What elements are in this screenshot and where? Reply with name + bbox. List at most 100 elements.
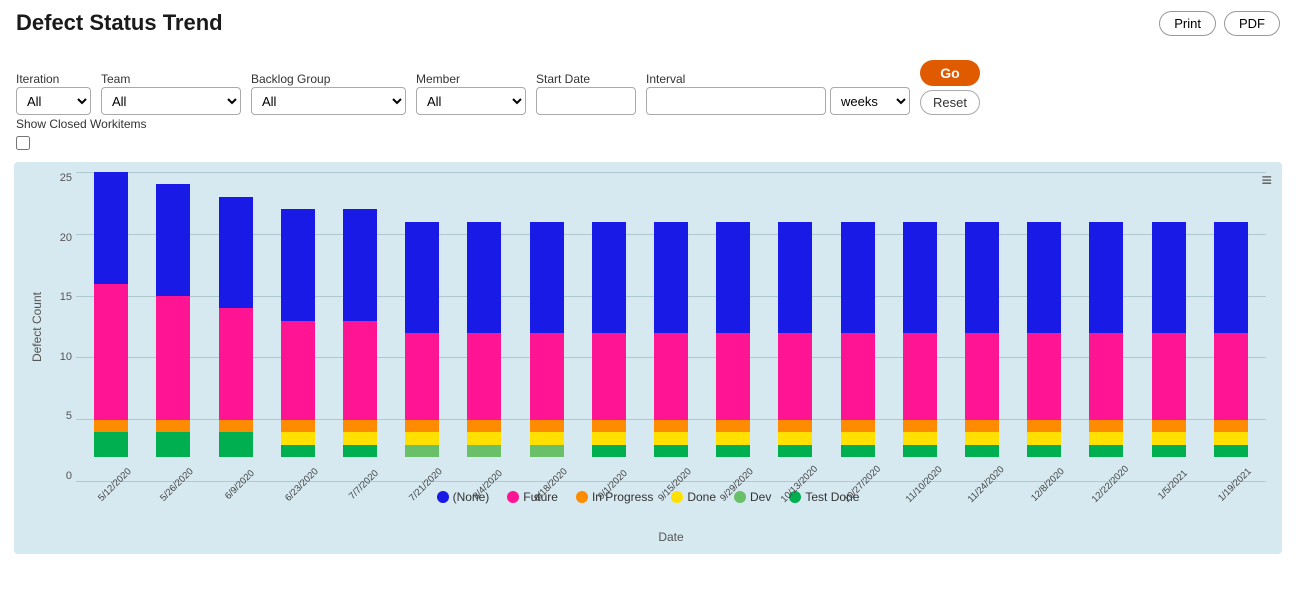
bar-group	[897, 222, 943, 458]
bar-segment-none	[343, 209, 377, 321]
bar-group	[1021, 222, 1067, 458]
header-buttons: Print PDF	[1159, 11, 1280, 36]
bar-segment-future	[281, 321, 315, 420]
bar-group	[772, 222, 818, 458]
backlog-label: Backlog Group	[251, 72, 406, 86]
bar-segment-done	[1089, 432, 1123, 444]
bar-segment-none	[281, 209, 315, 321]
bar-segment-none	[94, 172, 128, 284]
reset-button[interactable]: Reset	[920, 90, 980, 115]
team-select[interactable]: All	[101, 87, 241, 115]
bar-segment-inprogress	[467, 420, 501, 432]
bar-segment-inprogress	[1214, 420, 1248, 432]
bar-segment-testdone	[965, 445, 999, 457]
bar-segment-future	[716, 333, 750, 420]
pdf-button[interactable]: PDF	[1224, 11, 1280, 36]
member-select[interactable]: All	[416, 87, 526, 115]
bar-segment-none	[778, 222, 812, 334]
bar-segment-testdone	[219, 432, 253, 457]
bar-segment-future	[1089, 333, 1123, 420]
start-date-input[interactable]: 05/12/2020	[536, 87, 636, 115]
bar-segment-testdone	[343, 445, 377, 457]
bar-segment-future	[841, 333, 875, 420]
bar-segment-done	[281, 432, 315, 444]
start-date-filter: Start Date 05/12/2020	[536, 72, 636, 115]
bar-group	[1083, 222, 1129, 458]
backlog-select[interactable]: All	[251, 87, 406, 115]
bar-segment-done	[1214, 432, 1248, 444]
bar-segment-testdone	[903, 445, 937, 457]
y-axis: 0 5 10 15 20 25	[48, 172, 76, 482]
filters-row: Iteration All Team All Backlog Group All…	[0, 42, 1296, 115]
bar-group	[1208, 222, 1254, 458]
bar-segment-none	[467, 222, 501, 334]
bar-segment-inprogress	[530, 420, 564, 432]
bar-segment-done	[716, 432, 750, 444]
member-label: Member	[416, 72, 526, 86]
bar-segment-future	[965, 333, 999, 420]
bar-segment-dev	[467, 445, 501, 457]
bar-group	[88, 172, 134, 457]
bar-segment-inprogress	[1089, 420, 1123, 432]
y-tick-0: 0	[66, 470, 76, 482]
bar-segment-testdone	[94, 432, 128, 457]
y-axis-label: Defect Count	[30, 292, 44, 362]
go-reset-group: Go Reset	[920, 60, 980, 115]
bar-segment-testdone	[592, 445, 626, 457]
bar-segment-testdone	[1027, 445, 1061, 457]
bar-segment-testdone	[281, 445, 315, 457]
show-closed-section: Show Closed Workitems	[0, 115, 1296, 158]
interval-filter: Interval 2 weeks days months	[646, 72, 910, 115]
iteration-filter: Iteration All	[16, 72, 91, 115]
bar-segment-testdone	[841, 445, 875, 457]
bar-segment-inprogress	[716, 420, 750, 432]
bar-group	[524, 222, 570, 458]
legend-color	[576, 491, 588, 503]
bar-segment-testdone	[1089, 445, 1123, 457]
bar-segment-done	[1152, 432, 1186, 444]
show-closed-label: Show Closed Workitems	[16, 117, 1280, 131]
bar-segment-inprogress	[654, 420, 688, 432]
bar-segment-testdone	[1214, 445, 1248, 457]
bar-segment-future	[903, 333, 937, 420]
bar-segment-inprogress	[903, 420, 937, 432]
weeks-select[interactable]: weeks days months	[830, 87, 910, 115]
interval-input[interactable]: 2	[646, 87, 826, 115]
bar-group	[275, 209, 321, 457]
bar-segment-done	[654, 432, 688, 444]
bar-segment-inprogress	[156, 420, 190, 432]
show-closed-checkbox[interactable]	[16, 136, 30, 150]
bar-group	[959, 222, 1005, 458]
legend-color	[437, 491, 449, 503]
y-tick-20: 20	[60, 232, 76, 244]
bar-segment-future	[405, 333, 439, 420]
member-filter: Member All	[416, 72, 526, 115]
bar-segment-dev	[405, 445, 439, 457]
bar-group	[710, 222, 756, 458]
go-button[interactable]: Go	[920, 60, 980, 86]
iteration-select[interactable]: All	[16, 87, 91, 115]
bar-segment-inprogress	[778, 420, 812, 432]
bar-segment-none	[1089, 222, 1123, 334]
bar-segment-none	[156, 184, 190, 296]
bar-segment-none	[1152, 222, 1186, 334]
chart-plot: 5/12/20205/26/20206/9/20206/23/20207/7/2…	[76, 172, 1266, 482]
bar-segment-inprogress	[1152, 420, 1186, 432]
bar-segment-future	[156, 296, 190, 420]
bar-group	[213, 197, 259, 457]
bar-segment-done	[592, 432, 626, 444]
bar-segment-testdone	[778, 445, 812, 457]
bar-segment-done	[778, 432, 812, 444]
bar-segment-future	[654, 333, 688, 420]
bar-segment-inprogress	[343, 420, 377, 432]
bar-segment-inprogress	[1027, 420, 1061, 432]
chart-area: ≡ Defect Count 0 5 10 15 20 25 5/12/2020…	[14, 162, 1282, 554]
print-button[interactable]: Print	[1159, 11, 1216, 36]
bar-segment-future	[592, 333, 626, 420]
bar-segment-none	[1027, 222, 1061, 334]
bar-segment-none	[1214, 222, 1248, 334]
bar-segment-done	[841, 432, 875, 444]
bar-group	[1146, 222, 1192, 458]
bar-segment-future	[1214, 333, 1248, 420]
bar-segment-inprogress	[965, 420, 999, 432]
